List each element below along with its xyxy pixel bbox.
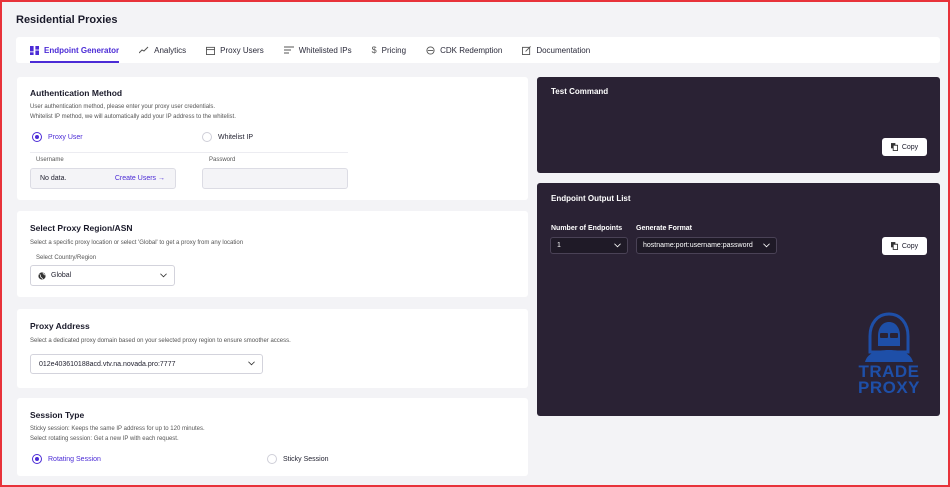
radio-label: Whitelist IP — [218, 133, 254, 141]
chevron-down-icon — [160, 272, 167, 277]
radio-label: Sticky Session — [283, 455, 329, 463]
tab-whitelisted-ips[interactable]: Whitelisted IPs — [283, 37, 352, 63]
region-card: Select Proxy Region/ASN Select a specifi… — [17, 211, 528, 297]
country-select[interactable]: Global — [30, 265, 175, 286]
address-select[interactable]: 012e403610188acd.vtv.na.novada.pro:7777 — [30, 354, 263, 374]
radio-sticky-session[interactable]: Sticky Session — [267, 454, 329, 464]
format-select[interactable]: hostname:port:username:password — [636, 237, 777, 254]
tab-label: Whitelisted IPs — [298, 45, 352, 55]
grid-icon — [30, 45, 39, 55]
username-label: Username — [36, 157, 64, 163]
num-endpoints-label: Number of Endpoints — [551, 225, 623, 232]
num-endpoints-select[interactable]: 1 — [550, 237, 628, 254]
radio-on-icon — [32, 132, 42, 142]
chevron-down-icon — [614, 242, 621, 247]
tab-documentation[interactable]: Documentation — [522, 37, 590, 63]
session-desc-1: Sticky session: Keeps the same IP addres… — [30, 426, 205, 432]
password-field[interactable] — [202, 168, 348, 189]
calendar-icon — [206, 46, 216, 55]
hooded-figure-icon — [865, 312, 913, 362]
region-title: Select Proxy Region/ASN — [30, 223, 133, 233]
address-card: Proxy Address Select a dedicated proxy d… — [17, 309, 528, 388]
region-desc: Select a specific proxy location or sele… — [30, 240, 244, 246]
radio-off-icon — [202, 132, 212, 142]
address-value: 012e403610188acd.vtv.na.novada.pro:7777 — [39, 360, 176, 368]
page-title: Residential Proxies — [16, 14, 118, 26]
tab-label: Analytics — [154, 45, 187, 55]
username-value: No data. — [40, 175, 67, 182]
country-label: Select Country/Region — [36, 255, 97, 261]
tab-proxy-users[interactable]: Proxy Users — [206, 37, 264, 63]
radio-on-icon — [32, 454, 42, 464]
tab-label: Pricing — [381, 45, 407, 55]
tab-analytics[interactable]: Analytics — [139, 37, 186, 63]
radio-rotating-session[interactable]: Rotating Session — [32, 454, 101, 464]
radio-label: Rotating Session — [48, 455, 101, 463]
auth-desc-2: Whitelist IP method, we will automatical… — [30, 114, 236, 120]
tab-cdk-redemption[interactable]: CDK Redemption — [426, 37, 502, 63]
copy-endpoints-button[interactable]: Copy — [882, 237, 927, 255]
tab-label: Documentation — [536, 45, 591, 55]
radio-label: Proxy User — [48, 133, 83, 141]
address-title: Proxy Address — [30, 321, 90, 331]
divider — [30, 152, 348, 153]
format-value: hostname:port:username:password — [643, 242, 753, 249]
list-icon — [283, 46, 294, 54]
auth-card: Authentication Method User authenticatio… — [17, 77, 528, 200]
radio-whitelist-ip[interactable]: Whitelist IP — [202, 132, 253, 142]
radio-off-icon — [267, 454, 277, 464]
tab-endpoint-generator[interactable]: Endpoint Generator — [30, 37, 120, 63]
refresh-icon — [426, 45, 435, 55]
tab-bar: Endpoint Generator Analytics Proxy Users… — [16, 37, 940, 63]
dollar-icon: $ — [371, 45, 377, 55]
trend-icon — [139, 46, 149, 54]
auth-title: Authentication Method — [30, 88, 123, 98]
address-desc: Select a dedicated proxy domain based on… — [30, 338, 291, 344]
globe-icon — [38, 271, 46, 280]
chevron-down-icon — [248, 361, 255, 366]
session-desc-2: Select rotating session: Get a new IP wi… — [30, 436, 179, 442]
endpoint-output-title: Endpoint Output List — [551, 194, 631, 203]
test-command-panel: Test Command Copy — [537, 77, 940, 173]
tab-label: Endpoint Generator — [44, 45, 120, 55]
test-command-title: Test Command — [551, 87, 609, 96]
tab-pricing[interactable]: $ Pricing — [372, 37, 406, 63]
num-endpoints-value: 1 — [557, 242, 561, 249]
tab-label: Proxy Users — [220, 45, 264, 55]
radio-proxy-user[interactable]: Proxy User — [32, 132, 83, 142]
edit-icon — [522, 45, 532, 55]
password-label: Password — [209, 157, 236, 163]
copy-icon — [890, 143, 898, 151]
auth-desc-1: User authentication method, please enter… — [30, 104, 216, 110]
logo-text-line2: PROXY — [857, 378, 921, 397]
copy-test-command-button[interactable]: Copy — [882, 138, 927, 156]
copy-icon — [890, 242, 898, 250]
copy-label: Copy — [901, 143, 919, 151]
format-label: Generate Format — [636, 225, 693, 232]
trade-proxy-logo: TRADE PROXY — [853, 312, 925, 396]
chevron-down-icon — [763, 242, 770, 247]
username-field[interactable]: No data. Create Users → — [30, 168, 176, 189]
session-card: Session Type Sticky session: Keeps the s… — [17, 398, 528, 476]
tab-label: CDK Redemption — [440, 45, 503, 55]
session-title: Session Type — [30, 410, 85, 420]
country-value: Global — [51, 272, 72, 279]
create-users-link[interactable]: Create Users → — [115, 175, 165, 182]
copy-label: Copy — [901, 242, 919, 250]
